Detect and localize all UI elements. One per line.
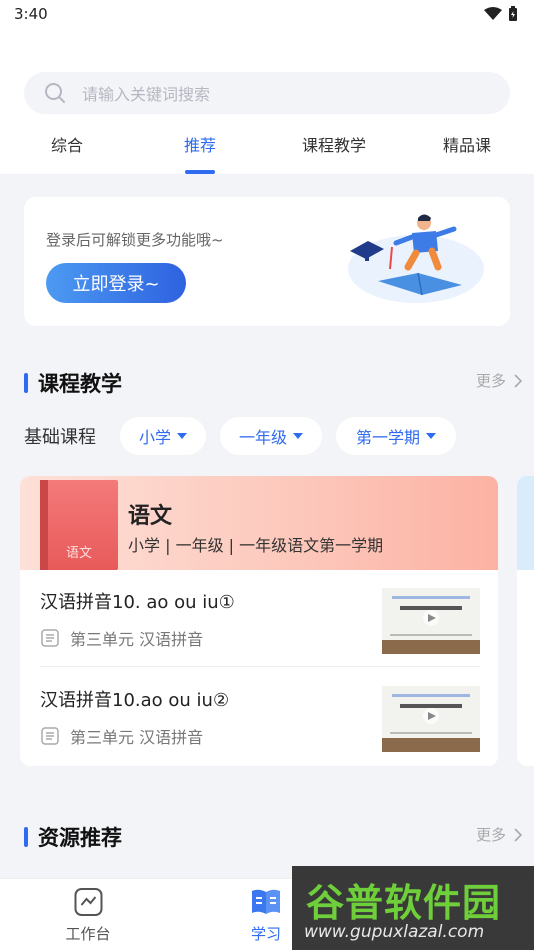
resource-more-link[interactable]: 更多 [476,824,522,845]
header: 请输入关键词搜索 综合 推荐 课程教学 精品课 [0,28,534,174]
course-section-heading: 课程教学 [38,372,122,396]
lesson-divider [40,666,480,667]
lesson-title: 汉语拼音10. ao ou iu① [40,592,235,613]
caret-down-icon [293,433,303,439]
caret-down-icon [177,433,187,439]
workbench-icon [73,888,102,916]
student-flying-illustration [348,214,484,303]
lesson-title: 汉语拼音10.ao ou iu② [40,690,230,711]
status-bar: 3:40 [0,0,534,28]
section-accent-bar [24,373,28,393]
tab-bar: 综合 推荐 课程教学 精品课 [0,132,534,174]
status-time: 3:40 [14,5,48,23]
login-promo-card: 登录后可解锁更多功能哦~ 立即登录~ [24,197,510,326]
book-cover-text: 语文 [66,546,93,561]
search-input[interactable]: 请输入关键词搜索 [24,72,510,114]
course-section-title: 课程教学 [24,368,122,398]
caret-down-icon [426,433,436,439]
wifi-icon [484,7,502,20]
next-card-header [517,476,534,570]
system-icons [484,6,518,22]
lesson-item[interactable]: 汉语拼音10.ao ou iu② 第三单元 汉语拼音 [40,686,480,766]
active-tab-indicator [185,170,215,174]
stage-value: 小学 [138,428,171,447]
tab-premium-course[interactable]: 精品课 [443,132,491,156]
lesson-video-thumbnail[interactable] [382,686,480,752]
term-value: 第一学期 [355,428,420,447]
course-subtitle: 小学 | 一年级 | 一年级语文第一学期 [128,536,384,555]
term-dropdown[interactable]: 第一学期 [336,417,456,455]
section-accent-bar [24,827,28,847]
course-card-header: 语文 语文 小学 | 一年级 | 一年级语文第一学期 [20,476,498,570]
list-icon [41,727,59,745]
course-card[interactable]: 语文 语文 小学 | 一年级 | 一年级语文第一学期 汉语拼音10. ao ou… [20,476,498,766]
chevron-right-icon [514,373,522,388]
nav-study[interactable]: 学习 [250,887,282,944]
video-thumbnail-graphic [382,686,480,752]
lesson-unit: 第三单元 汉语拼音 [70,728,204,747]
battery-icon [509,6,517,21]
login-button[interactable]: 立即登录~ [46,263,186,303]
grade-value: 一年级 [238,428,287,447]
search-placeholder: 请输入关键词搜索 [82,85,211,104]
lesson-item[interactable]: 汉语拼音10. ao ou iu① 第三单元 汉语拼音 [40,588,480,686]
site-watermark: 谷普软件园 www.gupuxlazal.com [292,866,534,950]
nav-workbench-label: 工作台 [65,925,111,943]
filter-label: 基础课程 [24,427,96,448]
study-icon [252,889,280,914]
resource-section-heading: 资源推荐 [38,826,122,850]
lesson-unit: 第三单元 汉语拼音 [70,630,204,649]
tab-comprehensive[interactable]: 综合 [51,132,83,156]
nav-workbench[interactable]: 工作台 [65,887,111,944]
more-label: 更多 [475,372,506,390]
watermark-url: www.gupuxlazal.com [304,922,485,942]
tab-course-teaching[interactable]: 课程教学 [302,132,366,156]
search-icon [45,83,65,103]
resource-section-title: 资源推荐 [24,822,122,852]
list-icon [41,629,59,647]
nav-study-label: 学习 [250,925,281,943]
lesson-meta: 第三单元 汉语拼音 [40,724,203,748]
course-title: 语文 [128,504,173,529]
stage-dropdown[interactable]: 小学 [120,417,206,455]
lesson-video-thumbnail[interactable] [382,588,480,654]
next-course-card-peek[interactable] [517,476,534,766]
course-more-link[interactable]: 更多 [476,370,522,391]
grade-dropdown[interactable]: 一年级 [220,417,322,455]
book-spine [40,480,48,570]
chevron-right-icon [514,827,522,842]
lesson-meta: 第三单元 汉语拼音 [40,626,203,650]
tab-recommend[interactable]: 推荐 [184,132,216,156]
video-thumbnail-graphic [382,588,480,654]
login-hint: 登录后可解锁更多功能哦~ [46,231,224,249]
watermark-text: 谷普软件园 [306,881,502,925]
more-label: 更多 [475,826,506,844]
book-cover: 语文 [40,480,118,570]
